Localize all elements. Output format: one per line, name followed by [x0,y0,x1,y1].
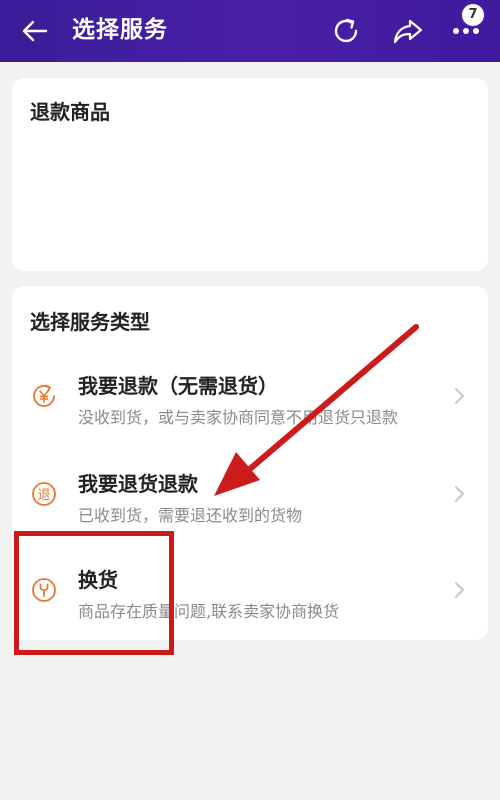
option-return-refund[interactable]: 退 我要退货退款 已收到货，需要退还收到的货物 [12,446,488,542]
option-description: 没收到货，或与卖家协商同意不用退货只退款 [78,408,399,427]
option-description: 已收到货，需要退还收到的货物 [78,506,303,525]
notification-badge: 7 [462,4,484,26]
chevron-right-icon [455,582,464,598]
chevron-right-icon [455,388,464,404]
service-type-title: 选择服务类型 [30,310,150,334]
return-icon: 退 [32,482,56,506]
wrench-exchange-icon [32,578,56,602]
refund-goods-title: 退款商品 [30,100,110,124]
service-type-card: 选择服务类型 我要退款（无需退货） 没收到货，或与卖家协商同意不用退货只退款 退… [12,286,488,640]
page-title: 选择服务 [72,17,168,43]
share-icon[interactable] [392,15,424,47]
option-refund-only[interactable]: 我要退款（无需退货） 没收到货，或与卖家协商同意不用退货只退款 [12,348,488,444]
back-arrow-icon[interactable] [20,17,50,45]
option-title: 换货 [78,568,118,592]
yen-refund-icon [33,384,55,407]
option-title: 我要退货退款 [78,472,198,496]
refund-goods-card: 退款商品 [12,78,488,271]
chevron-right-icon [455,486,464,502]
app-header: 选择服务 7 [0,0,500,62]
option-description: 商品存在质量问题,联系卖家协商换货 [78,602,340,621]
svg-text:退: 退 [37,488,50,503]
refresh-icon[interactable] [330,15,362,47]
option-exchange[interactable]: 换货 商品存在质量问题,联系卖家协商换货 [12,542,488,638]
option-title: 我要退款（无需退货） [78,374,278,398]
